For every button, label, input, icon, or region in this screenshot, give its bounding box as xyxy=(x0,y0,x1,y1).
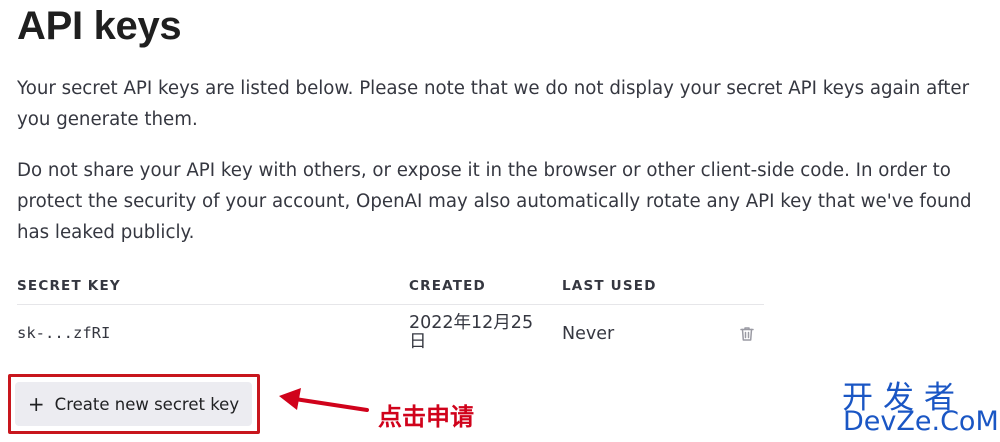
intro-paragraph: Your secret API keys are listed below. P… xyxy=(17,78,970,130)
page-title: API keys xyxy=(17,4,182,48)
table-row: sk-...zfRI 2022年12月25日 Never xyxy=(17,305,764,363)
create-button-label: Create new secret key xyxy=(54,394,240,414)
security-paragraph: Do not share your API key with others, o… xyxy=(17,160,972,243)
watermark-english: DevZe.CoM xyxy=(843,406,999,437)
table-header: SECRET KEY CREATED LAST USED xyxy=(17,272,764,305)
annotation-arrow-icon xyxy=(279,388,369,412)
api-keys-table: SECRET KEY CREATED LAST USED sk-...zfRI … xyxy=(17,272,764,363)
annotation-text: 点击申请 xyxy=(378,403,474,431)
created-date: 2022年12月25日 xyxy=(409,313,534,352)
column-header-secret-key: SECRET KEY xyxy=(17,278,121,294)
create-new-secret-key-button[interactable]: + Create new secret key xyxy=(15,382,252,426)
column-header-last-used: LAST USED xyxy=(562,278,657,294)
last-used-value: Never xyxy=(562,324,615,344)
secret-key-value: sk-...zfRI xyxy=(17,324,111,342)
plus-icon: + xyxy=(27,392,45,416)
trash-icon[interactable] xyxy=(737,324,757,344)
column-header-created: CREATED xyxy=(409,278,486,294)
